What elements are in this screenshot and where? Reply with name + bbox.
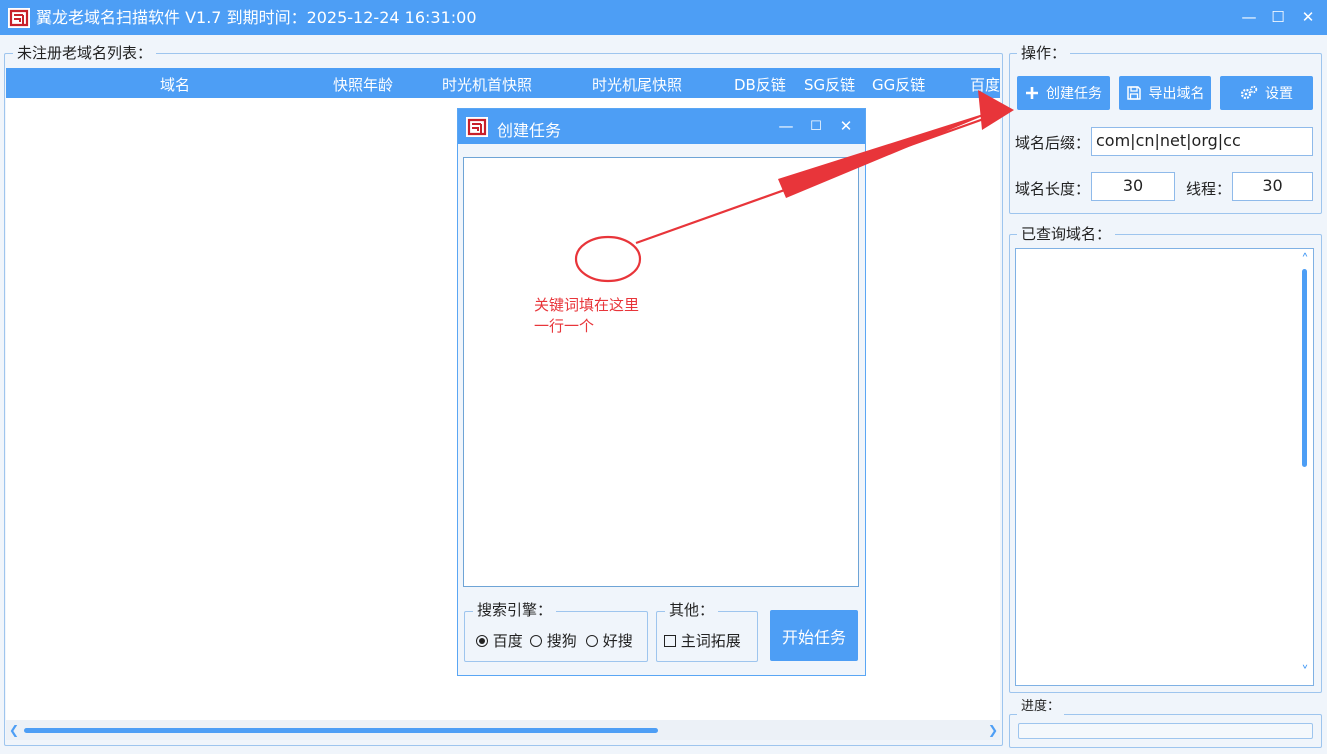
annotation-text: 关键词填在这里 一行一个 bbox=[534, 295, 639, 337]
annotation-line-1: 关键词填在这里 bbox=[534, 296, 640, 314]
annotation-line-2: 一行一个 bbox=[534, 317, 595, 335]
annotation-overlay bbox=[574, 90, 1014, 283]
annotation-circle bbox=[574, 235, 642, 283]
annotation-arrow-head bbox=[978, 90, 1014, 130]
